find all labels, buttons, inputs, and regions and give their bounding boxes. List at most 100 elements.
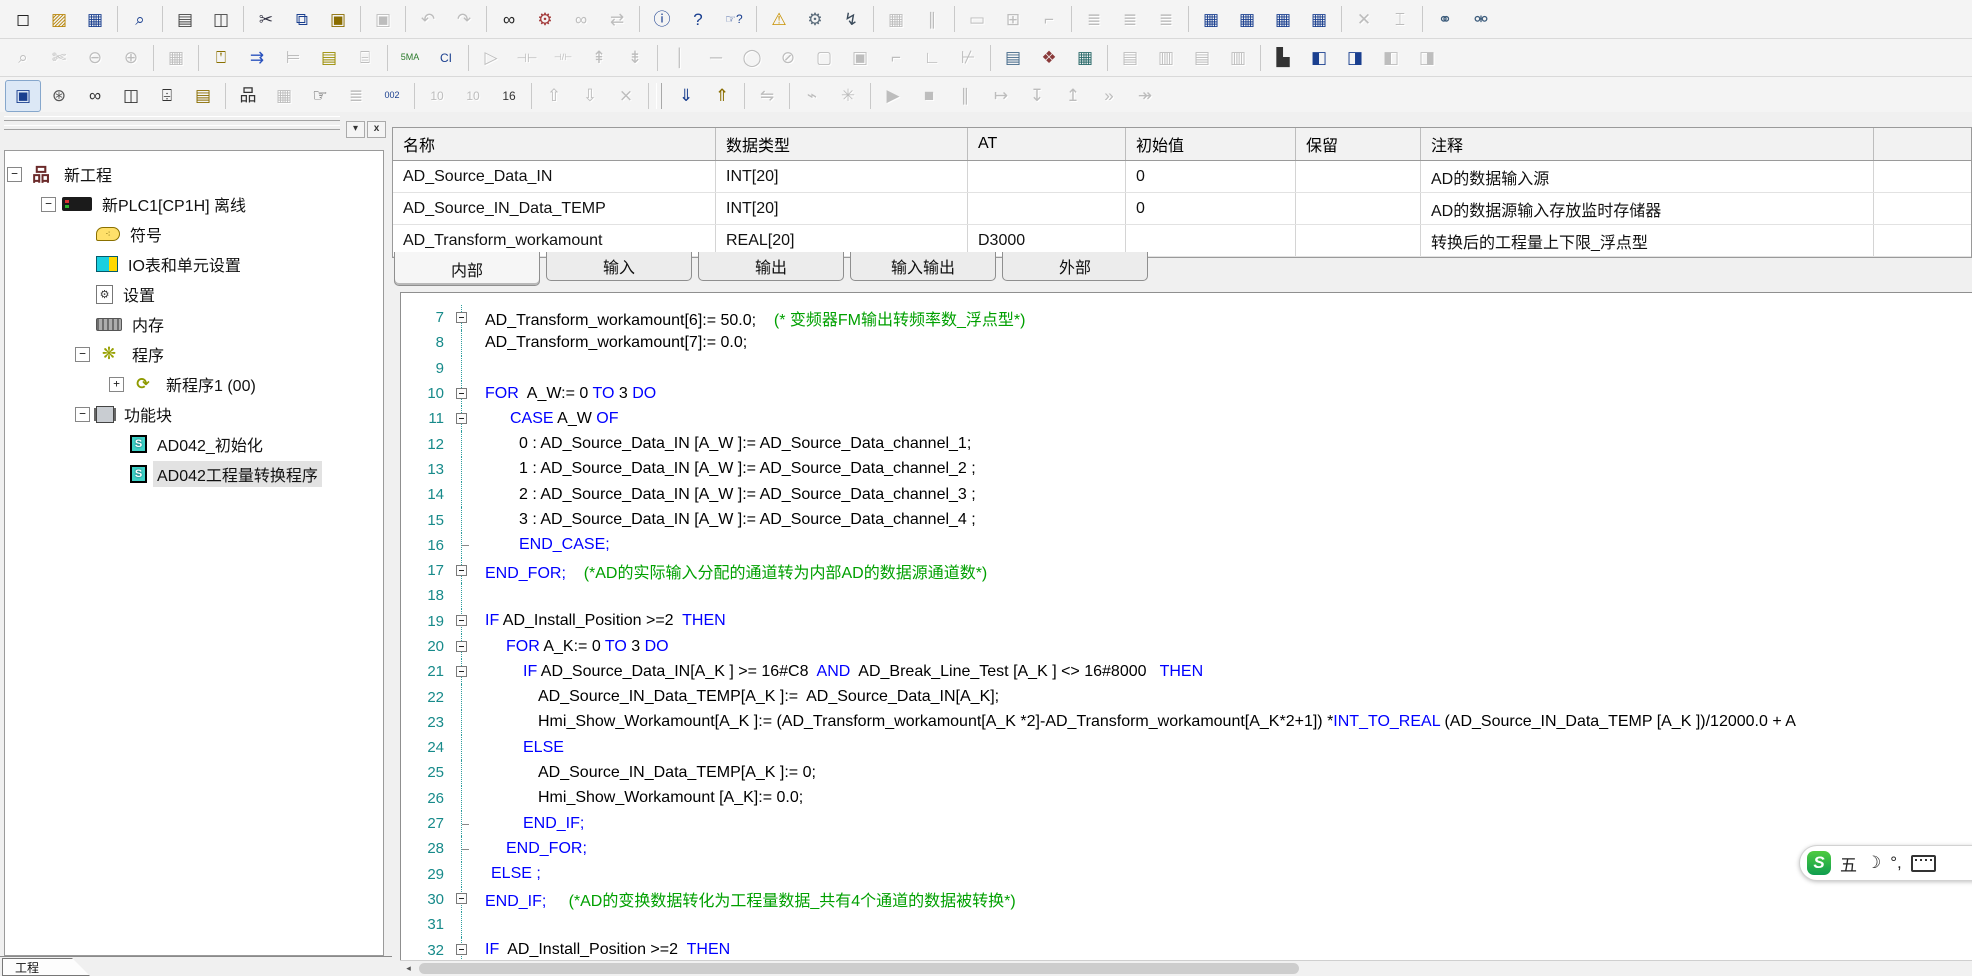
fold-collapse-icon[interactable] bbox=[456, 312, 467, 323]
toolbar-grip[interactable] bbox=[656, 83, 662, 109]
tool-x-button[interactable]: ✕ bbox=[1346, 3, 1382, 35]
step-out-button[interactable]: ↥ bbox=[1055, 80, 1091, 112]
vertical-line-button[interactable]: │ bbox=[662, 42, 698, 74]
step-in-button[interactable]: ↧ bbox=[1019, 80, 1055, 112]
debug-a-button[interactable]: ≣ bbox=[1076, 3, 1112, 35]
help-button[interactable]: ? bbox=[680, 3, 716, 35]
print-button[interactable]: ▤ bbox=[167, 3, 203, 35]
tree-expander-minus-icon[interactable]: − bbox=[75, 407, 90, 422]
tool-i-button[interactable]: ⌶ bbox=[1382, 3, 1418, 35]
new-contact-button[interactable]: ⊣⊢ bbox=[509, 42, 545, 74]
new-file-button[interactable]: ◻ bbox=[5, 3, 41, 35]
save-button[interactable]: ▦ bbox=[77, 3, 113, 35]
block-start-button[interactable]: ⌐ bbox=[878, 42, 914, 74]
code-line[interactable]: 17END_FOR; (*AD的实际输入分配的通道转为内部AD的数据源通道数*) bbox=[400, 558, 1972, 583]
sogou-logo-icon[interactable]: S bbox=[1807, 851, 1831, 875]
online-edit-transfer-button[interactable]: ↯ bbox=[833, 3, 869, 35]
ime-keyboard-icon[interactable] bbox=[1911, 855, 1936, 872]
window-style-1-button[interactable]: ⚭ bbox=[1427, 3, 1463, 35]
block-end-button[interactable]: ∟ bbox=[914, 42, 950, 74]
code-line[interactable]: 18 bbox=[400, 583, 1972, 608]
replace-button[interactable]: ⚙ bbox=[527, 3, 563, 35]
undo-button[interactable]: ↶ bbox=[410, 3, 446, 35]
code-line[interactable]: 20FOR A_K:= 0 TO 3 DO bbox=[400, 634, 1972, 659]
workspace-menu-button[interactable]: ▾ bbox=[346, 121, 365, 138]
open-file-button[interactable]: ▨ bbox=[41, 3, 77, 35]
debug-b-button[interactable]: ≣ bbox=[1112, 3, 1148, 35]
note-3-button[interactable]: ▤ bbox=[1184, 42, 1220, 74]
show-section-tree-button[interactable]: ⌸ bbox=[347, 42, 383, 74]
code-line[interactable]: 7AD_Transform_workamount[6]:= 50.0; (* 变… bbox=[400, 305, 1972, 330]
fold-collapse-icon[interactable] bbox=[456, 944, 467, 955]
code-line[interactable]: 26Hmi_Show_Workamount [A_K]:= 0.0; bbox=[400, 786, 1972, 811]
note-2-button[interactable]: ▥ bbox=[1148, 42, 1184, 74]
force-off-button[interactable]: ⇩ bbox=[572, 80, 608, 112]
tree-item-label[interactable]: AD042工程量转换程序 bbox=[153, 461, 322, 487]
print-preview-button[interactable]: ◫ bbox=[203, 3, 239, 35]
tree-item-label[interactable]: 符号 bbox=[126, 221, 166, 247]
view-properties-button[interactable]: ▤ bbox=[185, 80, 221, 112]
horizontal-line-button[interactable]: ─ bbox=[698, 42, 734, 74]
fold-collapse-icon[interactable] bbox=[456, 615, 467, 626]
continuous-step-button[interactable]: » bbox=[1091, 80, 1127, 112]
compare-with-plc-button[interactable]: ⇋ bbox=[749, 80, 785, 112]
code-line[interactable]: 29ELSE ; bbox=[400, 862, 1972, 887]
code-line[interactable]: 27END_IF; bbox=[400, 811, 1972, 836]
tab-输入[interactable]: 输入 bbox=[546, 252, 692, 281]
output-list-button[interactable]: ≣ bbox=[338, 80, 374, 112]
new-coil-button[interactable]: ◯ bbox=[734, 42, 770, 74]
redo-button[interactable]: ↷ bbox=[446, 3, 482, 35]
window-right-button[interactable]: ◨ bbox=[1409, 42, 1445, 74]
window-split-button[interactable]: ◧ bbox=[1301, 42, 1337, 74]
workspace-close-button[interactable]: x bbox=[367, 121, 386, 138]
force-cancel-button[interactable]: ⨯ bbox=[608, 80, 644, 112]
fold-collapse-icon[interactable] bbox=[456, 893, 467, 904]
run-button[interactable]: ▶ bbox=[875, 80, 911, 112]
project-workspace-tab[interactable]: 工程 bbox=[2, 958, 90, 976]
insert-section-button[interactable]: ❖ bbox=[1031, 42, 1067, 74]
simulator-online-button[interactable]: ▦ bbox=[878, 3, 914, 35]
retrace-button[interactable]: ⇄ bbox=[599, 3, 635, 35]
code-line[interactable]: 25AD_Source_IN_Data_TEMP[A_K ]:= 0; bbox=[400, 760, 1972, 785]
tab-外部[interactable]: 外部 bbox=[1002, 252, 1148, 281]
force-on-button[interactable]: ⇧ bbox=[536, 80, 572, 112]
workspace-grip[interactable] bbox=[4, 116, 340, 121]
cross-reference-button[interactable]: 品 bbox=[230, 80, 266, 112]
upload-from-plc-button[interactable]: ⇑ bbox=[704, 80, 740, 112]
diff-down-contact-button[interactable]: ⇟ bbox=[617, 42, 653, 74]
code-line[interactable]: 8AD_Transform_workamount[7]:= 0.0; bbox=[400, 330, 1972, 355]
st-code-editor[interactable]: 7AD_Transform_workamount[6]:= 50.0; (* 变… bbox=[400, 292, 1972, 976]
code-line[interactable]: 30END_IF; (*AD的变换数据转化为工程量数据_共有4个通道的数据被转换… bbox=[400, 887, 1972, 912]
cut-button[interactable]: ✂ bbox=[248, 3, 284, 35]
tree-item-label[interactable]: 新程序1 (00) bbox=[162, 371, 260, 397]
code-line[interactable]: 142 : AD_Source_Data_IN [A_W ]:= AD_Sour… bbox=[400, 482, 1972, 507]
code-line[interactable]: 32IF AD_Install_Position >=2 THEN bbox=[400, 937, 1972, 962]
ime-wubi-mode[interactable]: 五 bbox=[1840, 851, 1857, 876]
new-closed-contact-button[interactable]: ⊣/⊢ bbox=[545, 42, 581, 74]
tree-item-label[interactable]: 新PLC1[CP1H] 离线 bbox=[98, 191, 250, 217]
tree-item-label[interactable]: IO表和单元设置 bbox=[124, 251, 245, 277]
ime-halfwidth-moon-icon[interactable]: ☽ bbox=[1866, 853, 1881, 873]
zoom-region-button[interactable]: ✄ bbox=[41, 42, 77, 74]
fb-display-button[interactable]: ▙ bbox=[1265, 42, 1301, 74]
view-monitor-button[interactable]: ▣ bbox=[5, 80, 41, 112]
tree-expander-plus-icon[interactable]: + bbox=[109, 377, 124, 392]
stop-button[interactable]: ■ bbox=[911, 80, 947, 112]
auto-online-button[interactable]: ✳ bbox=[830, 80, 866, 112]
tab-输入输出[interactable]: 输入输出 bbox=[850, 252, 996, 281]
browse-program-button[interactable]: ▤ bbox=[995, 42, 1031, 74]
scroll-left-arrow-icon[interactable]: ◂ bbox=[400, 962, 417, 976]
code-line[interactable]: 31 bbox=[400, 912, 1972, 937]
section-properties-button[interactable]: ▦ bbox=[1067, 42, 1103, 74]
ime-punctuation-mode[interactable]: °, bbox=[1890, 853, 1902, 873]
tree-item-label[interactable]: AD042_初始化 bbox=[153, 431, 267, 457]
tab-内部[interactable]: 内部 bbox=[394, 252, 540, 286]
download-to-plc-button[interactable]: ⇓ bbox=[668, 80, 704, 112]
output-window-button[interactable]: ▦ bbox=[1193, 3, 1229, 35]
new-closed-instruction-button[interactable]: ▣ bbox=[842, 42, 878, 74]
paste-button[interactable]: ▣ bbox=[320, 3, 356, 35]
code-line[interactable]: 131 : AD_Source_Data_IN [A_W ]:= AD_Sour… bbox=[400, 457, 1972, 482]
code-line[interactable]: 24ELSE bbox=[400, 735, 1972, 760]
zoom-in-button[interactable]: ⊕ bbox=[113, 42, 149, 74]
code-line[interactable]: 153 : AD_Source_Data_IN [A_W ]:= AD_Sour… bbox=[400, 507, 1972, 532]
